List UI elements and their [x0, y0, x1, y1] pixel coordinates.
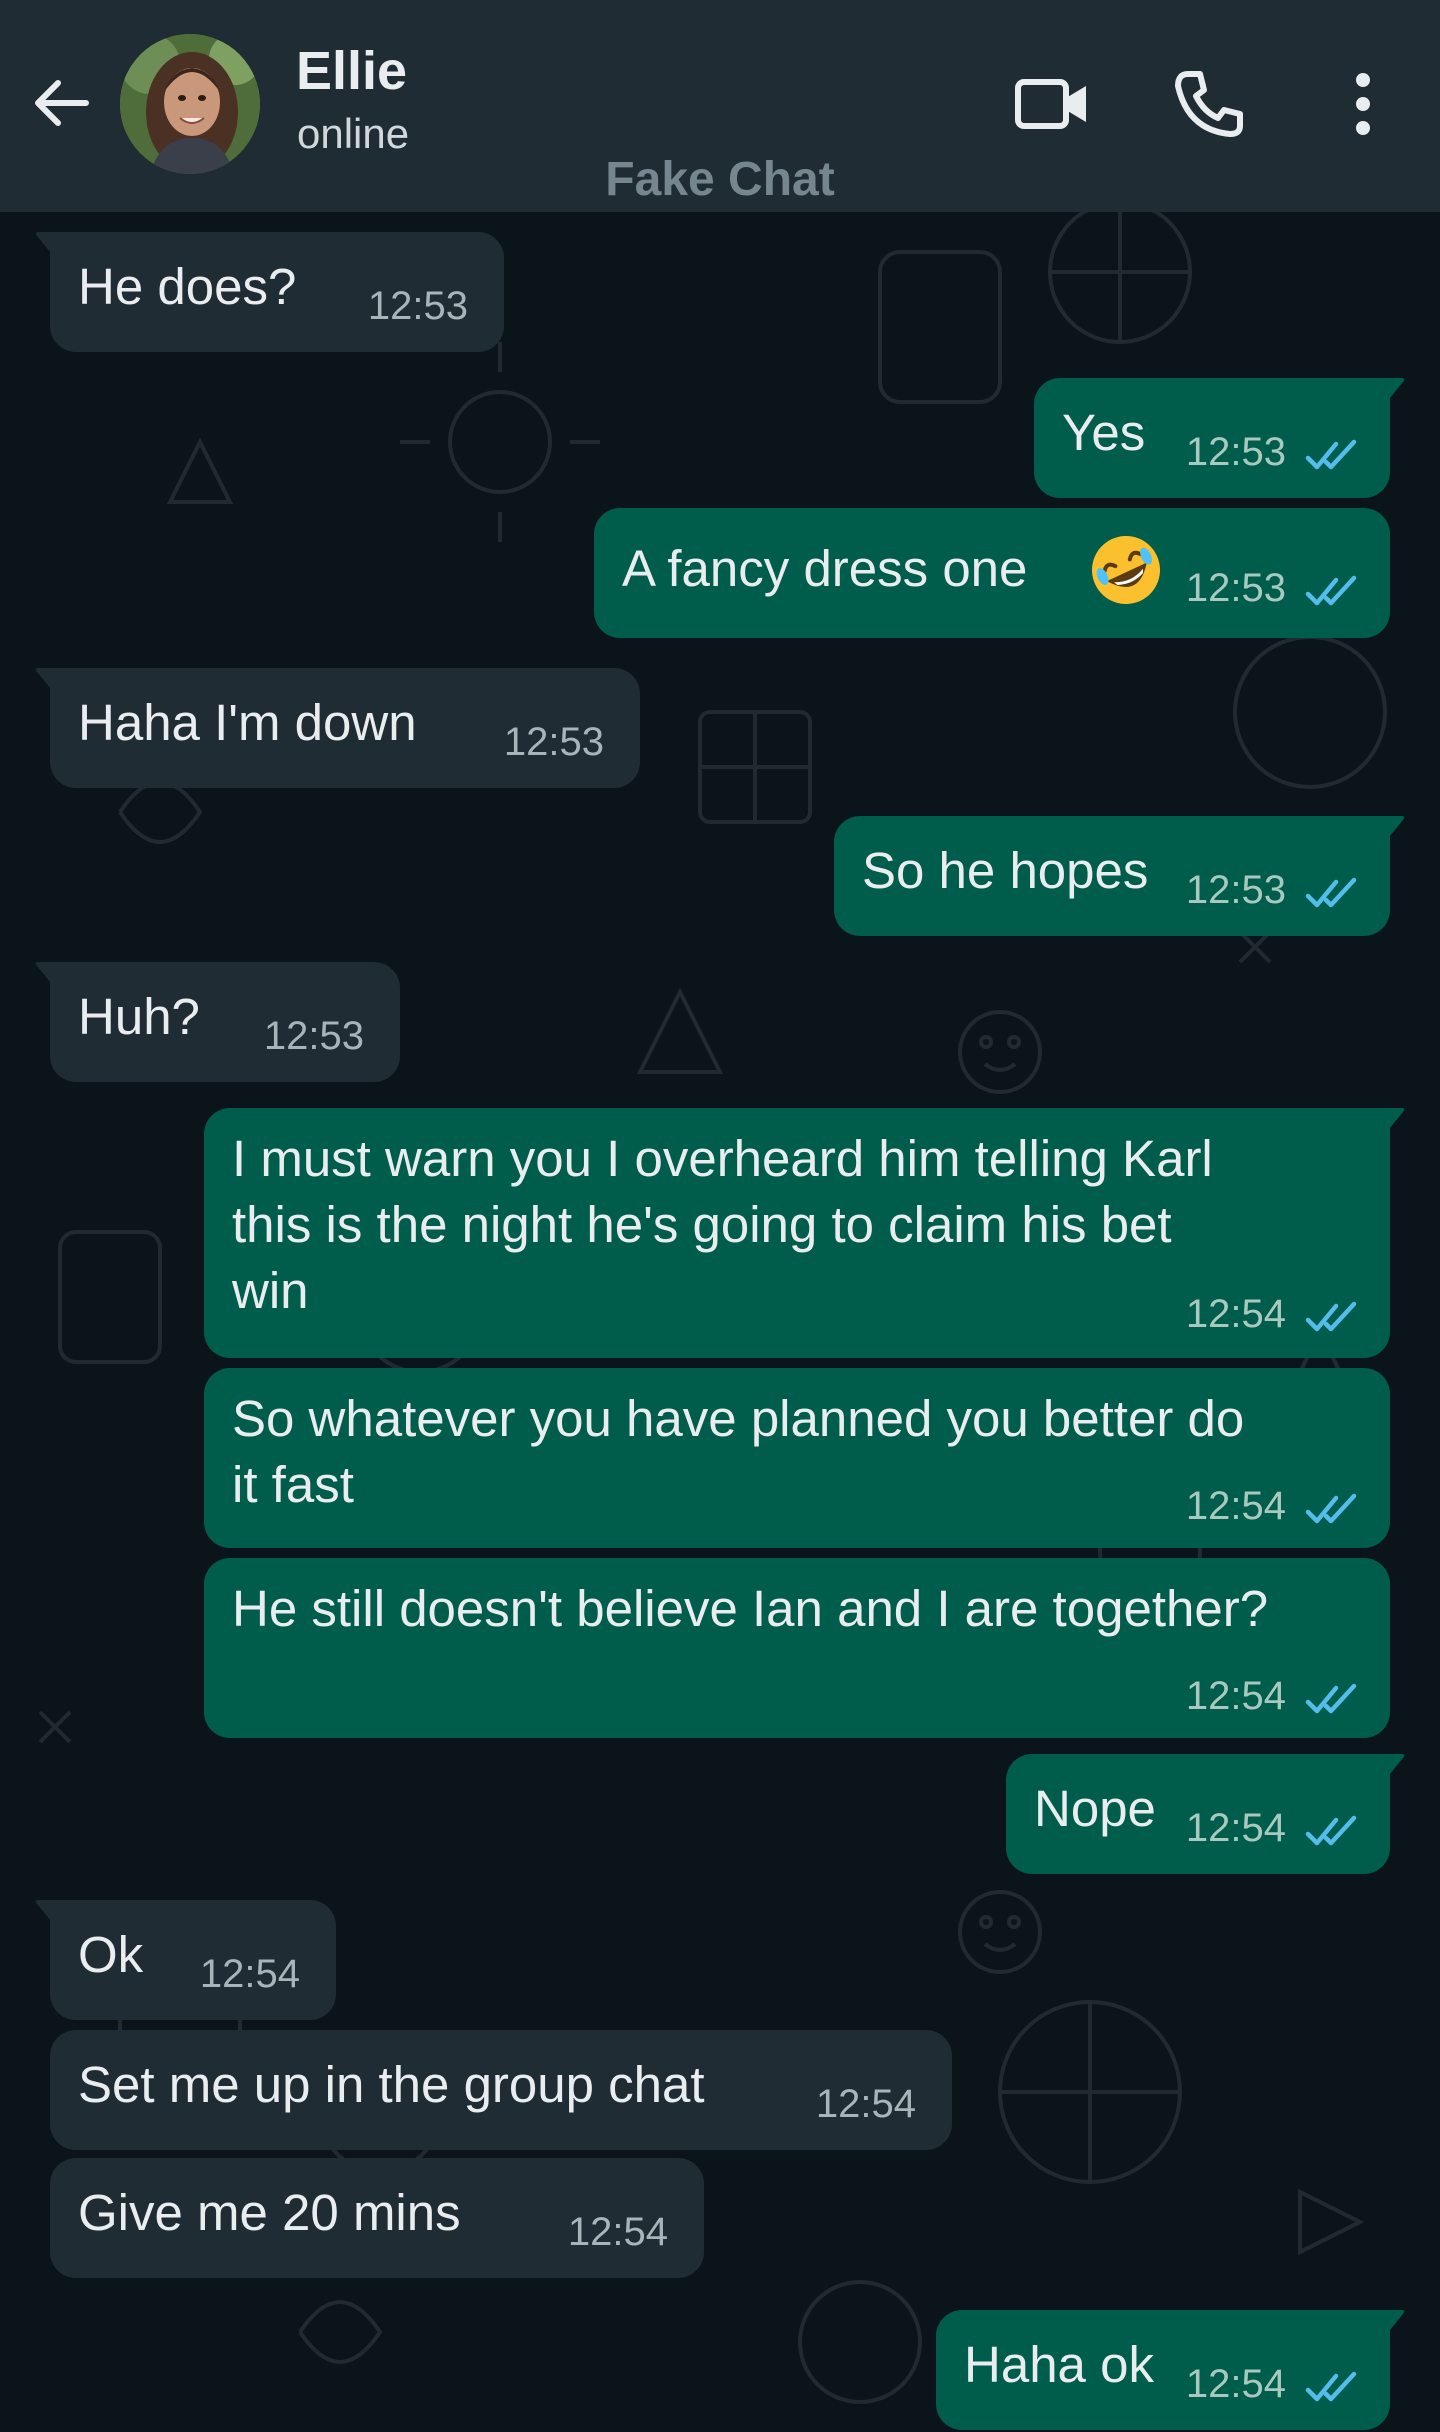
bubble-tail: [1370, 816, 1405, 848]
message-text: So whatever you have planned you better …: [232, 1390, 1245, 1513]
message-timestamp: 12:54: [199, 1952, 300, 1996]
read-receipt-icon: [1305, 1301, 1357, 1332]
message-timestamp: 12:53: [1185, 868, 1286, 912]
message-timestamp: 12:54: [1185, 1292, 1286, 1336]
message-timestamp: 12:54: [1185, 1674, 1286, 1718]
back-arrow-icon[interactable]: [28, 70, 94, 136]
message-text: Huh?: [78, 988, 200, 1045]
bubble-tail: [35, 1900, 70, 1932]
outgoing-message-bubble[interactable]: Haha ok 12:54: [936, 2310, 1405, 2430]
message-text: Nope: [1034, 1780, 1156, 1837]
phone-icon[interactable]: [1168, 66, 1248, 142]
message-text: Haha ok: [964, 2336, 1154, 2393]
read-receipt-icon: [1305, 877, 1357, 908]
incoming-message-bubble[interactable]: Set me up in the group chat 12:54: [50, 2030, 952, 2150]
more-vert-icon[interactable]: [1326, 66, 1400, 142]
message-text: I must warn you I overheard him telling …: [232, 1130, 1213, 1319]
message-text: A fancy dress one: [622, 540, 1028, 597]
message-text: Yes: [1062, 404, 1146, 461]
bubble-tail: [35, 232, 70, 264]
outgoing-message-bubble[interactable]: I must warn you I overheard him telling …: [204, 1108, 1405, 1358]
bubble-tail: [1370, 1754, 1405, 1786]
incoming-message-bubble[interactable]: Ok 12:54: [35, 1900, 336, 2020]
chat-header: Ellie online Fake Chat: [0, 0, 1440, 212]
message-timestamp: 12:53: [1185, 566, 1286, 610]
message-timestamp: 12:54: [1185, 1806, 1286, 1850]
message-text: Ok: [78, 1926, 144, 1983]
message-timestamp: 12:54: [1185, 1484, 1286, 1528]
message-text: He does?: [78, 258, 297, 315]
read-receipt-icon: [1305, 439, 1357, 470]
message-timestamp: 12:54: [567, 2210, 668, 2254]
message-text: Set me up in the group chat: [78, 2056, 705, 2113]
incoming-message-bubble[interactable]: Give me 20 mins 12:54: [50, 2158, 704, 2278]
video-call-icon[interactable]: [1012, 66, 1092, 142]
bubble-tail: [1370, 1108, 1405, 1140]
watermark-text: Fake Chat: [605, 153, 835, 206]
read-receipt-icon: [1305, 1815, 1357, 1846]
outgoing-message-bubble[interactable]: A fancy dress one 12:53: [594, 508, 1390, 638]
incoming-message-bubble[interactable]: Huh? 12:53: [35, 962, 400, 1082]
outgoing-message-bubble[interactable]: So he hopes 12:53: [834, 816, 1405, 936]
bubble-tail: [1370, 378, 1405, 410]
incoming-message-bubble[interactable]: He does? 12:53: [35, 232, 504, 352]
message-timestamp: 12:54: [1185, 2362, 1286, 2406]
chat-area[interactable]: He does? 12:53 Yes 12:53 A fancy dress one 12…: [0, 212, 1440, 2432]
outgoing-message-bubble[interactable]: Yes 12:53: [1034, 378, 1405, 498]
contact-status: online: [297, 110, 410, 157]
incoming-message-bubble[interactable]: Haha I'm down 12:53: [35, 668, 640, 788]
message-timestamp: 12:53: [263, 1014, 364, 1058]
contact-name[interactable]: Ellie: [296, 40, 407, 102]
bubble-tail: [35, 962, 70, 994]
message-timestamp: 12:53: [1185, 430, 1286, 474]
message-timestamp: 12:53: [367, 284, 468, 328]
message-text: Haha I'm down: [78, 694, 417, 751]
bubble-tail: [35, 668, 70, 700]
bubble-tail: [1370, 2310, 1405, 2342]
rolling-laughing-emoji-icon: [1092, 536, 1160, 604]
outgoing-message-bubble[interactable]: So whatever you have planned you better …: [204, 1368, 1390, 1548]
read-receipt-icon: [1305, 2371, 1357, 2402]
message-text: He still doesn't believe Ian and I are t…: [232, 1580, 1269, 1637]
message-timestamp: 12:53: [503, 720, 604, 764]
message-text: Give me 20 mins: [78, 2184, 461, 2241]
outgoing-message-bubble[interactable]: He still doesn't believe Ian and I are t…: [204, 1558, 1390, 1738]
read-receipt-icon: [1305, 1683, 1357, 1714]
read-receipt-icon: [1305, 575, 1357, 606]
message-timestamp: 12:54: [815, 2082, 916, 2126]
message-text: So he hopes: [862, 842, 1149, 899]
outgoing-message-bubble[interactable]: Nope 12:54: [1006, 1754, 1405, 1874]
read-receipt-icon: [1305, 1493, 1357, 1524]
